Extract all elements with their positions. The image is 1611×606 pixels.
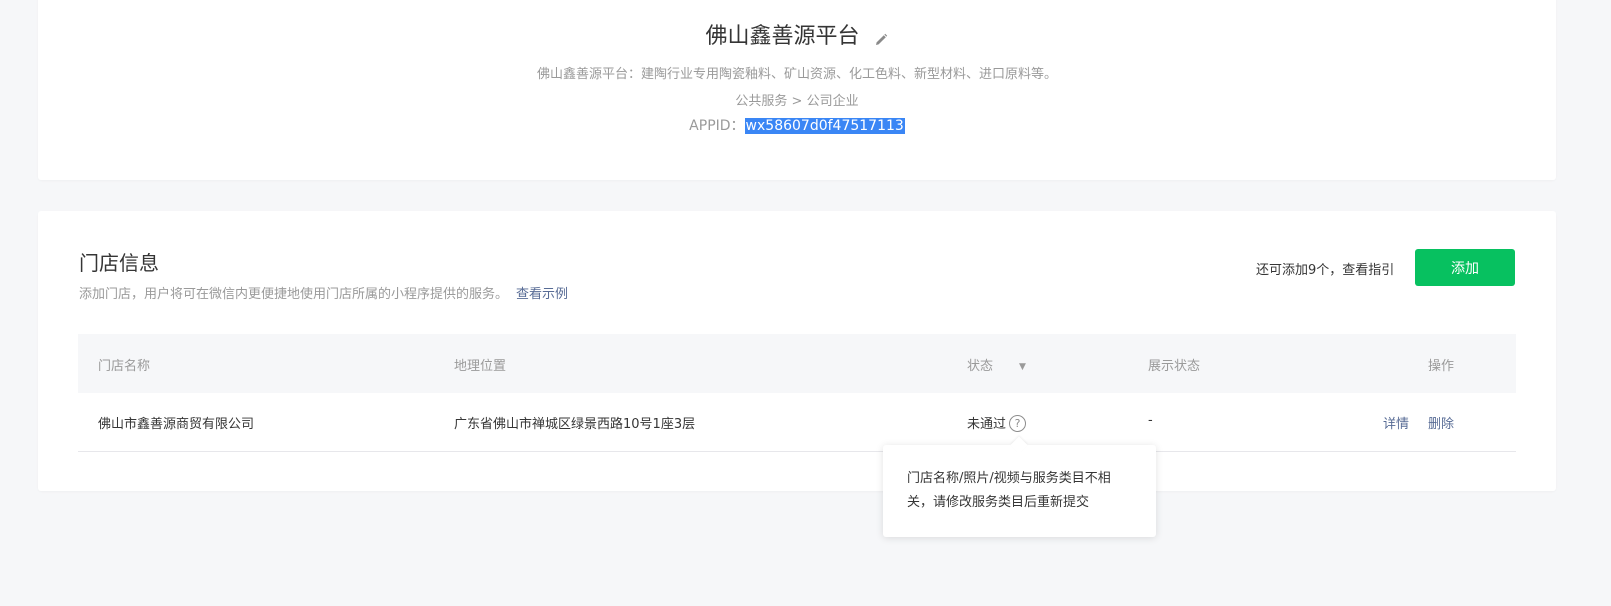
status-text: 未通过 [967, 417, 1007, 432]
app-info-card: 佛山鑫善源平台 佛山鑫善源平台：建陶行业专用陶瓷釉料、矿山资源、化工色料、新型材… [38, 0, 1556, 180]
display-status-cell: - [1148, 413, 1153, 428]
section-title: 门店信息 [79, 251, 159, 275]
app-category: 公共服务 > 公司企业 [735, 94, 859, 109]
pencil-icon[interactable] [873, 27, 889, 45]
delete-link-label[interactable]: 删除 [1428, 417, 1454, 432]
column-header-store-name: 门店名称 [98, 359, 151, 374]
question-circle-icon[interactable]: ? [1009, 415, 1027, 432]
store-info-card: 门店信息 添加门店，用户将可在微信内更便捷地使用门店所属的小程序提供的服务。 查看… [38, 211, 1556, 491]
location-cell: 广东省佛山市禅城区绿景西路10号1座3层 [454, 417, 696, 432]
app-name-row: 佛山鑫善源平台 [38, 22, 1556, 52]
section-description: 添加门店，用户将可在微信内更便捷地使用门店所属的小程序提供的服务。 查看示例 [79, 283, 568, 302]
table-row: 佛山市鑫善源商贸有限公司 广东省佛山市禅城区绿景西路10号1座3层 未通过? -… [78, 393, 1516, 452]
column-header-location: 地理位置 [454, 359, 507, 374]
table-header: 门店名称 地理位置 状态 ▼ 展示状态 操作 [78, 334, 1516, 393]
app-description: 佛山鑫善源平台：建陶行业专用陶瓷釉料、矿山资源、化工色料、新型材料、进口原料等。 [536, 67, 1057, 82]
appid-label: APPID： [689, 118, 745, 134]
status-tooltip: 门店名称/照片/视频与服务类目不相关，请修改服务类目后重新提交 [883, 436, 1156, 537]
tooltip-text: 门店名称/照片/视频与服务类目不相关，请修改服务类目后重新提交 [907, 471, 1111, 510]
remaining-quota-link[interactable]: 还可添加9个，查看指引 [1256, 259, 1394, 278]
store-name-cell: 佛山市鑫善源商贸有限公司 [98, 417, 255, 432]
column-header-display-status: 展示状态 [1148, 359, 1201, 374]
appid-value[interactable]: wx58607d0f47517113 [744, 118, 905, 134]
column-header-actions: 操作 [1428, 359, 1455, 374]
app-name: 佛山鑫善源平台 [705, 24, 860, 49]
status-cell: 未通过? [967, 413, 1027, 433]
column-header-status[interactable]: 状态 ▼ [967, 355, 1026, 374]
delete-link[interactable]: 删除 [1428, 413, 1454, 432]
appid-row: APPID：wx58607d0f47517113 [38, 115, 1556, 135]
section-description-text: 添加门店，用户将可在微信内更便捷地使用门店所属的小程序提供的服务。 [79, 287, 509, 302]
view-example-link[interactable]: 查看示例 [516, 287, 568, 302]
details-link[interactable]: 详情 [1383, 413, 1409, 432]
column-header-status-label: 状态 [967, 359, 994, 374]
add-store-button[interactable]: 添加 [1415, 249, 1515, 286]
caret-down-icon[interactable]: ▼ [1019, 362, 1026, 372]
details-link-label[interactable]: 详情 [1383, 417, 1409, 432]
